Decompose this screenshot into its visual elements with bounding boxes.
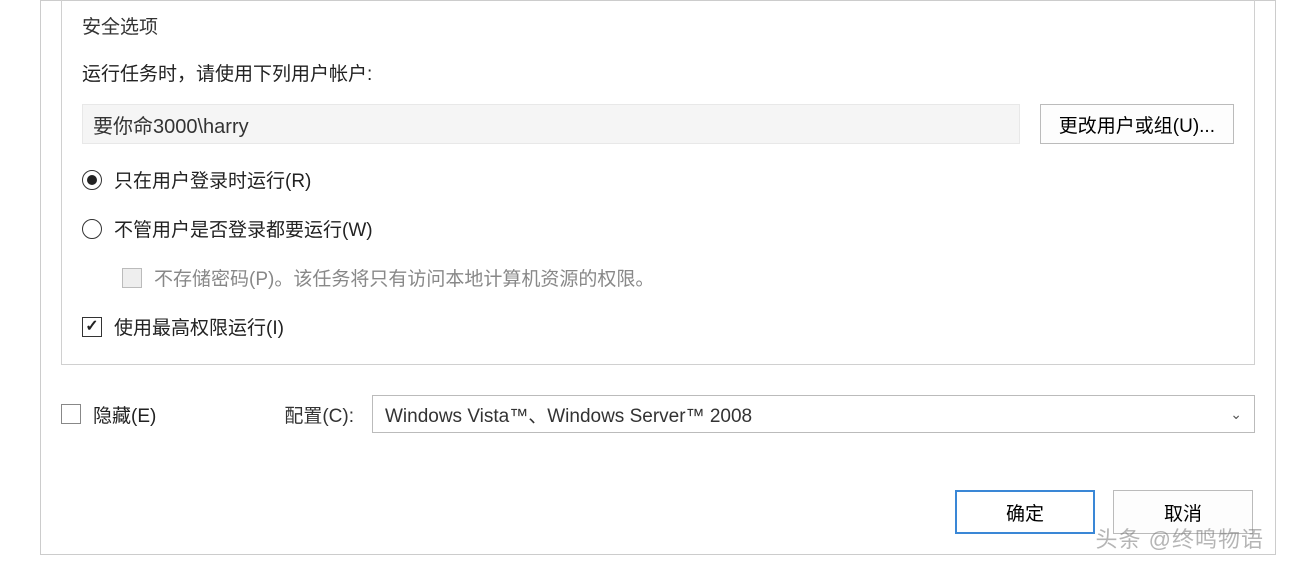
hidden-label: 隐藏(E) xyxy=(93,401,156,428)
cancel-button-label: 取消 xyxy=(1164,504,1202,525)
config-label: 配置(C): xyxy=(284,401,354,428)
radio-anytime-label: 不管用户是否登录都要运行(W) xyxy=(114,215,373,242)
highest-privileges-label: 使用最高权限运行(I) xyxy=(114,313,284,340)
ok-button[interactable]: 确定 xyxy=(955,490,1095,534)
checkbox-icon xyxy=(122,268,142,288)
radio-logged-on-label: 只在用户登录时运行(R) xyxy=(114,166,311,193)
cancel-button[interactable]: 取消 xyxy=(1113,490,1253,534)
no-store-password-label: 不存储密码(P)。该任务将只有访问本地计算机资源的权限。 xyxy=(154,264,654,291)
run-as-label: 运行任务时，请使用下列用户帐户: xyxy=(82,59,372,86)
checkbox-highest-privileges[interactable]: 使用最高权限运行(I) xyxy=(82,313,1234,340)
checkbox-no-store-password: 不存储密码(P)。该任务将只有访问本地计算机资源的权限。 xyxy=(122,264,1234,291)
configure-for-select[interactable]: Windows Vista™、Windows Server™ 2008 ⌄ xyxy=(372,395,1255,433)
user-account-row: 更改用户或组(U)... xyxy=(82,104,1234,144)
security-options-group: 安全选项 运行任务时，请使用下列用户帐户: 更改用户或组(U)... 只在用户登… xyxy=(61,0,1255,365)
dialog-panel: 安全选项 运行任务时，请使用下列用户帐户: 更改用户或组(U)... 只在用户登… xyxy=(40,0,1276,555)
radio-icon xyxy=(82,219,102,239)
dialog-buttons: 确定 取消 xyxy=(955,490,1253,534)
radio-icon xyxy=(82,170,102,190)
radio-run-logged-on[interactable]: 只在用户登录时运行(R) xyxy=(82,166,1234,193)
radio-run-anytime[interactable]: 不管用户是否登录都要运行(W) xyxy=(82,215,1234,242)
ok-button-label: 确定 xyxy=(1006,504,1044,525)
group-title: 安全选项 xyxy=(82,2,166,39)
checkbox-icon xyxy=(82,317,102,337)
configure-for-value: Windows Vista™、Windows Server™ 2008 xyxy=(385,401,752,428)
chevron-down-icon: ⌄ xyxy=(1230,406,1242,423)
change-user-button-label: 更改用户或组(U)... xyxy=(1059,116,1215,137)
bottom-options-row: 隐藏(E) 配置(C): Windows Vista™、Windows Serv… xyxy=(61,395,1255,433)
checkbox-icon xyxy=(61,404,81,424)
run-as-label-row: 运行任务时，请使用下列用户帐户: xyxy=(82,59,1234,86)
user-account-field[interactable] xyxy=(82,104,1020,144)
checkbox-hidden[interactable]: 隐藏(E) xyxy=(61,401,156,428)
change-user-button[interactable]: 更改用户或组(U)... xyxy=(1040,104,1234,144)
